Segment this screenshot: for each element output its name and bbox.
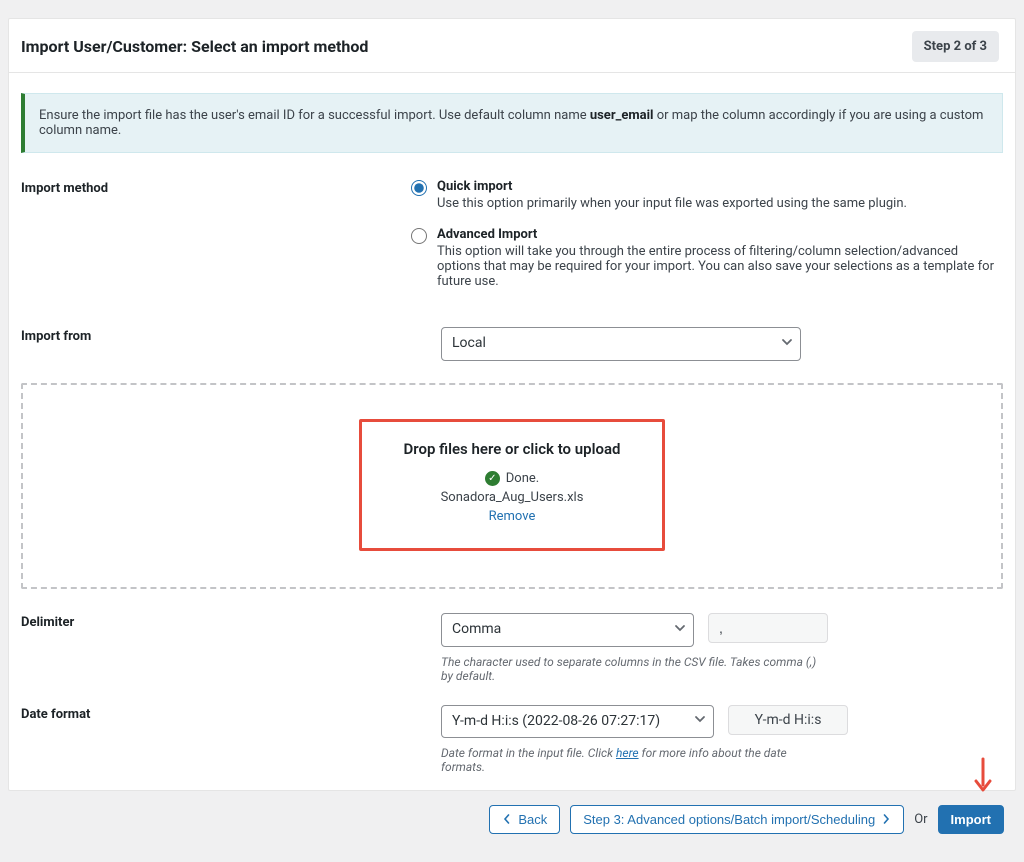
info-banner-text-prefix: Ensure the import file has the user's em… — [39, 108, 590, 123]
back-button[interactable]: Back — [489, 805, 560, 834]
info-banner: Ensure the import file has the user's em… — [21, 93, 1003, 153]
step-badge: Step 2 of 3 — [912, 31, 999, 62]
advanced-import-radio[interactable] — [411, 228, 427, 244]
dropzone-highlight[interactable]: Drop files here or click to upload ✓ Don… — [359, 419, 665, 552]
date-format-select[interactable]: Y-m-d H:i:s (2022-08-26 07:27:17) — [441, 705, 714, 739]
delimiter-label: Delimiter — [21, 613, 411, 630]
dropzone-done: Done. — [506, 471, 539, 486]
advanced-import-desc: This option will take you through the en… — [437, 244, 997, 289]
file-drop-area[interactable]: Drop files here or click to upload ✓ Don… — [21, 383, 1003, 590]
remove-file-link[interactable]: Remove — [489, 509, 536, 524]
step3-button[interactable]: Step 3: Advanced options/Batch import/Sc… — [570, 805, 904, 834]
or-text: Or — [914, 812, 927, 827]
import-from-select[interactable]: Local — [441, 327, 801, 361]
dropzone-title: Drop files here or click to upload — [372, 440, 652, 458]
advanced-import-title: Advanced Import — [437, 227, 997, 242]
quick-import-desc: Use this option primarily when your inpu… — [437, 196, 907, 211]
date-help-link[interactable]: here — [616, 746, 639, 760]
info-banner-bold: user_email — [590, 108, 654, 123]
quick-import-radio[interactable] — [411, 180, 427, 196]
page-title: Import User/Customer: Select an import m… — [17, 37, 368, 56]
delimiter-select[interactable]: Comma — [441, 613, 694, 647]
uploaded-filename: Sonadora_Aug_Users.xls — [372, 490, 652, 505]
chevron-right-icon — [881, 813, 891, 826]
date-help-prefix: Date format in the input file. Click — [441, 746, 616, 760]
step3-button-label: Step 3: Advanced options/Batch import/Sc… — [583, 813, 875, 826]
delimiter-input[interactable] — [708, 613, 828, 643]
import-from-label: Import from — [21, 327, 411, 344]
import-method-label: Import method — [21, 179, 411, 196]
date-format-sample: Y-m-d H:i:s — [728, 705, 848, 735]
import-button[interactable]: Import — [938, 805, 1004, 834]
date-format-help: Date format in the input file. Click her… — [441, 746, 831, 774]
date-format-label: Date format — [21, 705, 411, 722]
quick-import-title: Quick import — [437, 179, 907, 194]
back-button-label: Back — [518, 813, 547, 826]
check-circle-icon: ✓ — [485, 471, 500, 486]
delimiter-help: The character used to separate columns i… — [441, 655, 831, 683]
chevron-left-icon — [502, 813, 512, 826]
